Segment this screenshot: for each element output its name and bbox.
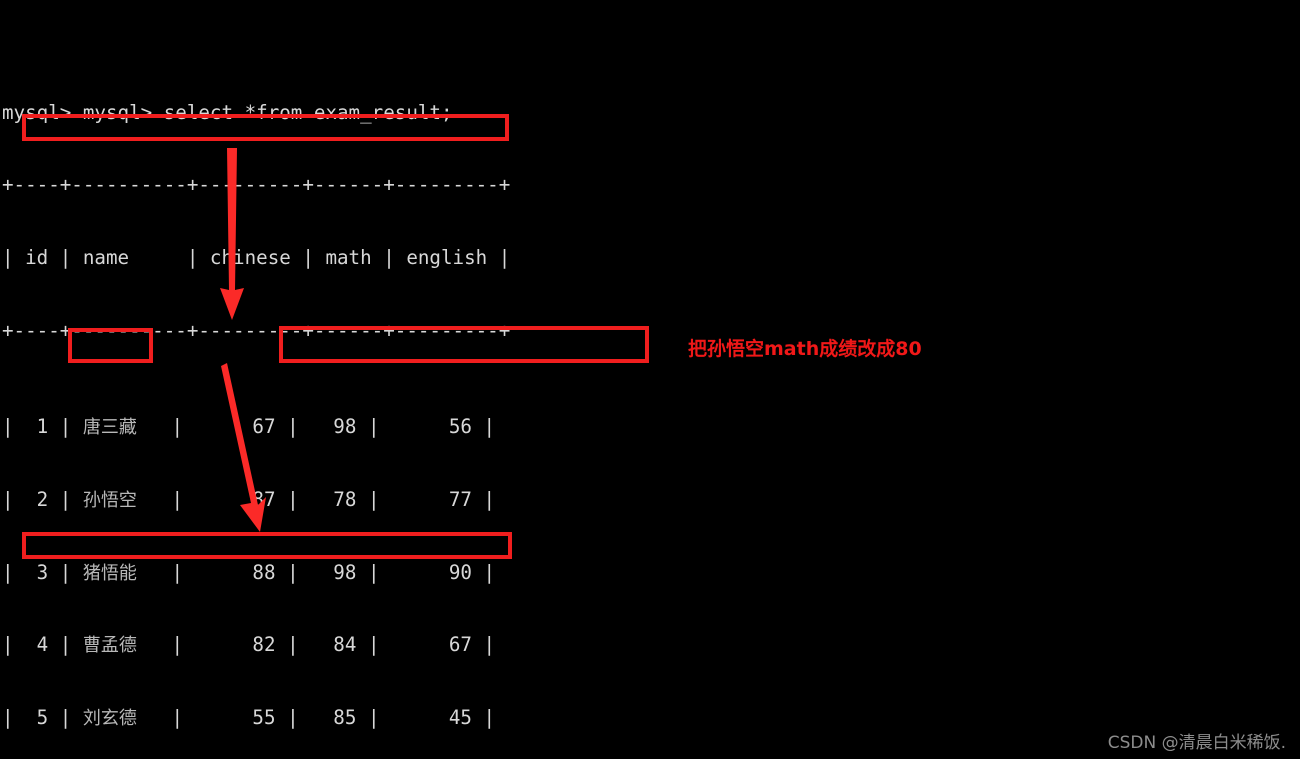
cell-math: 98: [333, 560, 357, 584]
table-row: | 1 | 唐三藏 | 67 | 98 | 56 |: [2, 415, 496, 439]
cell-math: 98: [333, 415, 357, 439]
cell-english: 56: [448, 415, 472, 439]
table-header-1: | id | name | chinese | math | english |: [2, 246, 1300, 270]
table-border-top-1: +----+----------+---------+------+------…: [2, 173, 1300, 197]
terminal-screenshot: mysql> mysql> select *from exam_result; …: [0, 0, 1300, 759]
table-row: | 3 | 猪悟能 | 88 | 98 | 90 |: [2, 560, 496, 584]
cell-name: 刘玄德: [82, 707, 137, 729]
cell-english: 90: [448, 560, 472, 584]
cell-name: 唐三藏: [82, 417, 137, 439]
cell-id: 3: [36, 560, 49, 584]
cell-math: 78: [333, 487, 357, 511]
cell-math: 84: [333, 633, 357, 657]
cell-id: 4: [36, 633, 49, 657]
highlight-box-row-after-update[interactable]: [22, 532, 512, 559]
table-row: | 4 | 曹孟德 | 82 | 84 | 67 |: [2, 633, 496, 657]
cell-english: 77: [448, 487, 472, 511]
border-text: +----+----------+---------+------+------…: [2, 173, 511, 197]
annotation-note: 把孙悟空math成绩改成80: [688, 338, 922, 360]
cell-name: 曹孟德: [82, 635, 137, 657]
header-text: | id | name | chinese | math | english |: [2, 246, 511, 269]
cell-math: 85: [333, 705, 357, 729]
cell-id: 5: [36, 705, 49, 729]
cell-chinese: 82: [252, 633, 276, 657]
cell-chinese: 88: [252, 560, 276, 584]
table-border-mid-1: +----+----------+---------+------+------…: [2, 319, 1300, 343]
watermark: CSDN @清晨白米稀饭.: [1107, 733, 1286, 753]
cell-chinese: 87: [252, 487, 276, 511]
cell-chinese: 55: [252, 705, 276, 729]
cell-name: 孙悟空: [82, 489, 137, 511]
highlight-box-update-keyword[interactable]: [68, 328, 153, 363]
cell-name: 猪悟能: [82, 562, 137, 584]
cell-id: 1: [36, 415, 49, 439]
highlight-box-row-before-update[interactable]: [22, 114, 509, 141]
highlight-box-set-where-clause[interactable]: [279, 326, 649, 363]
cell-english: 45: [448, 705, 472, 729]
cell-chinese: 67: [252, 415, 276, 439]
cell-id: 2: [36, 487, 49, 511]
table-row: | 2 | 孙悟空 | 87 | 78 | 77 |: [2, 487, 496, 511]
table-row: | 5 | 刘玄德 | 55 | 85 | 45 |: [2, 705, 496, 729]
cell-english: 67: [448, 633, 472, 657]
